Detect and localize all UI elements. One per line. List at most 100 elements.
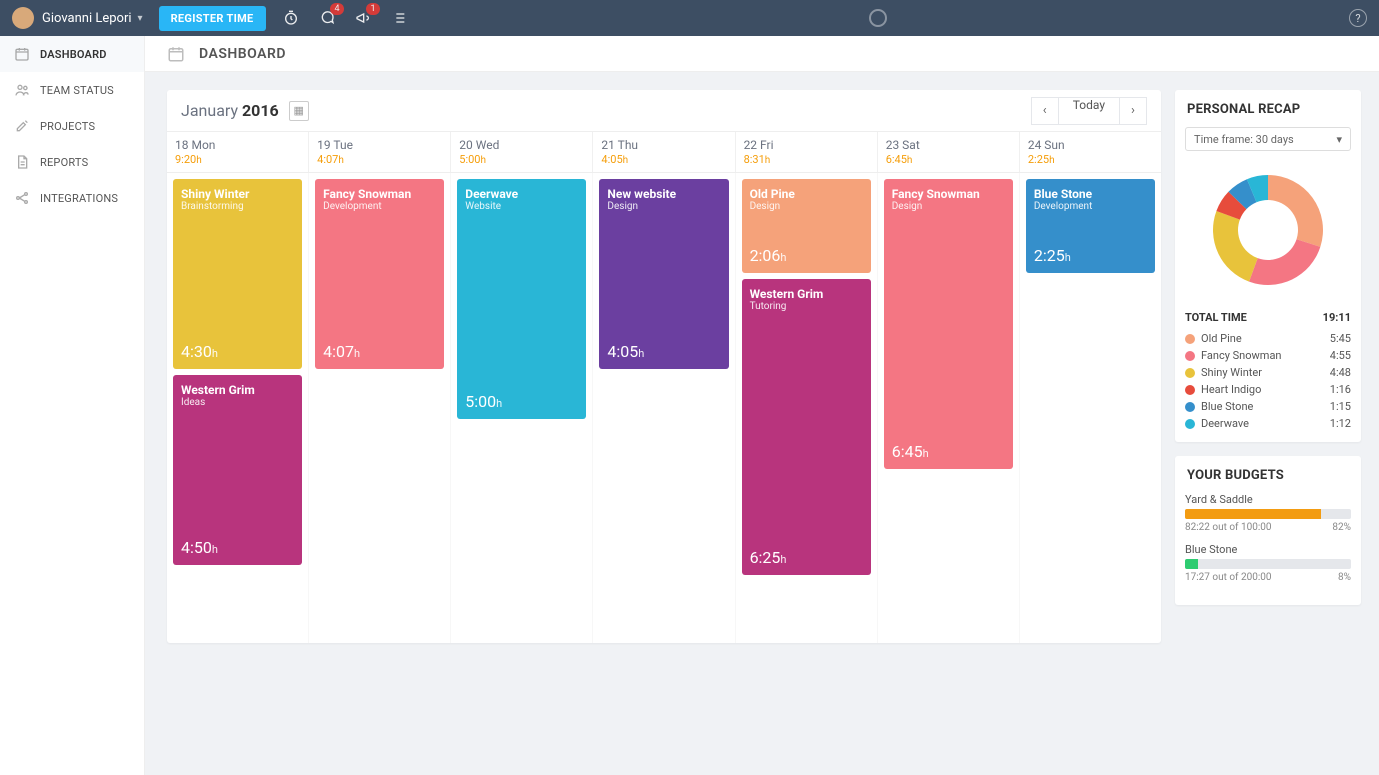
chevron-down-icon[interactable]: ▾ (138, 13, 143, 24)
time-block[interactable]: Old PineDesign2:06h (742, 179, 871, 273)
chat-icon[interactable]: 4 (318, 9, 336, 27)
day-column: Blue StoneDevelopment 2:25h (1020, 173, 1161, 643)
sidebar-item-integrations[interactable]: INTEGRATIONS (0, 180, 144, 216)
legend-row[interactable]: Blue Stone 1:15 (1185, 398, 1351, 415)
day-hours: 4:07h (317, 153, 442, 166)
legend-time: 1:15 (1330, 400, 1351, 413)
block-subtitle: Website (465, 201, 578, 212)
megaphone-icon[interactable]: 1 (354, 9, 372, 27)
block-hours: 2:25h (1034, 246, 1147, 265)
legend-row[interactable]: Deerwave1:12 (1185, 415, 1351, 432)
calendar-card: January 2016 ▦ ‹ Today › 18 Mon9:20h19 T… (167, 90, 1161, 643)
budget-text: 82:22 out of 100:00 (1185, 522, 1272, 533)
donut-slice (1268, 175, 1323, 247)
day-column: Shiny WinterBrainstorming4:30hWestern Gr… (167, 173, 309, 643)
sidebar-item-label: PROJECTS (40, 120, 95, 133)
block-hours: 6:25h (750, 548, 863, 567)
avatar[interactable] (12, 7, 34, 29)
day-hours: 5:00h (459, 153, 584, 166)
time-block[interactable]: Blue StoneDevelopment 2:25h (1026, 179, 1155, 273)
day-header: 21 Thu4:05h (593, 132, 735, 172)
day-hours: 4:05h (601, 153, 726, 166)
sidebar-item-projects[interactable]: PROJECTS (0, 108, 144, 144)
legend-time: 4:55 (1330, 349, 1351, 362)
sidebar-item-reports[interactable]: REPORTS (0, 144, 144, 180)
day-header: 19 Tue4:07h (309, 132, 451, 172)
block-title: New website (607, 187, 720, 201)
block-title: Western Grim (750, 287, 863, 301)
calendar-nav: ‹ Today › (1031, 97, 1147, 125)
block-title: Fancy Snowman (892, 187, 1005, 201)
today-button[interactable]: Today (1059, 97, 1119, 125)
sidebar-item-dashboard[interactable]: DASHBOARD (0, 36, 144, 72)
register-time-button[interactable]: REGISTER TIME (159, 6, 266, 31)
time-block[interactable]: Fancy SnowmanDesign6:45h (884, 179, 1013, 469)
budget-item[interactable]: Blue Stone17:27 out of 200:008% (1185, 543, 1351, 583)
legend-row[interactable]: Shiny Winter 4:48 (1185, 364, 1351, 381)
sidebar: DASHBOARDTEAM STATUS PROJECTS REPORTSINTEG… (0, 36, 145, 775)
legend-time: 5:45 (1330, 332, 1351, 345)
page-title: DASHBOARD (199, 46, 286, 62)
block-hours: 4:07h (323, 342, 436, 361)
legend-dot (1185, 334, 1195, 344)
legend-name: Old Pine (1201, 332, 1242, 345)
recap-title: PERSONAL RECAP (1175, 90, 1361, 127)
sidebar-item-team-status[interactable]: TEAM STATUS (0, 72, 144, 108)
block-subtitle: Tutoring (750, 301, 863, 312)
time-block[interactable]: Shiny WinterBrainstorming4:30h (173, 179, 302, 369)
day-hours: 6:45h (886, 153, 1011, 166)
legend-row[interactable]: Fancy Snowman4:55 (1185, 347, 1351, 364)
legend-dot (1185, 368, 1195, 378)
help-icon[interactable]: ? (1349, 9, 1367, 27)
day-label: 20 Wed (459, 138, 584, 152)
block-title: Deerwave (465, 187, 578, 201)
legend-dot (1185, 402, 1195, 412)
list-icon[interactable] (390, 9, 408, 27)
timeframe-label: Time frame: 30 days (1194, 133, 1294, 146)
timeframe-select[interactable]: Time frame: 30 days ▾ (1185, 127, 1351, 151)
day-column: DeerwaveWebsite5:00h (451, 173, 593, 643)
legend-time: 4:48 (1330, 366, 1351, 379)
timer-icon[interactable] (282, 9, 300, 27)
budget-pct: 82% (1332, 522, 1351, 533)
time-block[interactable]: Western GrimIdeas4:50h (173, 375, 302, 565)
user-name[interactable]: Giovanni Lepori (42, 11, 132, 26)
month-label: January 2016 (181, 101, 279, 120)
prev-week-button[interactable]: ‹ (1031, 97, 1059, 125)
recap-totals: TOTAL TIME 19:11 Old Pine5:45Fancy Snowm… (1175, 307, 1361, 442)
legend-row[interactable]: Old Pine 5:45 (1185, 330, 1351, 347)
time-block[interactable]: New websiteDesign4:05h (599, 179, 728, 369)
block-title: Blue Stone (1034, 187, 1147, 201)
time-block[interactable]: DeerwaveWebsite5:00h (457, 179, 586, 419)
day-label: 21 Thu (601, 138, 726, 152)
donut-slice (1249, 239, 1320, 285)
datepicker-icon[interactable]: ▦ (289, 101, 309, 121)
announce-badge: 1 (366, 3, 379, 15)
block-subtitle: Design (750, 201, 863, 212)
calendar-icon (167, 45, 185, 63)
day-column: Fancy SnowmanDevelopment4:07h (309, 173, 451, 643)
month-year: 2016 (242, 101, 279, 120)
chat-badge: 4 (330, 3, 343, 15)
right-panel: PERSONAL RECAP Time frame: 30 days ▾ TOT… (1175, 90, 1361, 605)
month-prefix: January (181, 101, 242, 120)
time-block[interactable]: Western GrimTutoring 6:25h (742, 279, 871, 575)
day-header: 22 Fri8:31h (736, 132, 878, 172)
day-header: 18 Mon9:20h (167, 132, 309, 172)
block-subtitle: Development (1034, 201, 1147, 212)
day-hours: 9:20h (175, 153, 300, 166)
day-header: 24 Sun2:25h (1020, 132, 1161, 172)
team-icon (14, 82, 30, 98)
next-week-button[interactable]: › (1119, 97, 1147, 125)
legend-row[interactable]: Heart Indigo1:16 (1185, 381, 1351, 398)
legend-name: Blue Stone (1201, 400, 1253, 413)
time-block[interactable]: Fancy SnowmanDevelopment4:07h (315, 179, 444, 369)
content: January 2016 ▦ ‹ Today › 18 Mon9:20h19 T… (145, 72, 1379, 661)
donut-chart (1175, 161, 1361, 307)
day-column: New websiteDesign4:05h (593, 173, 735, 643)
block-hours: 4:05h (607, 342, 720, 361)
budget-item[interactable]: Yard & Saddle82:22 out of 100:0082% (1185, 493, 1351, 533)
chevron-down-icon: ▾ (1336, 133, 1342, 146)
recap-card: PERSONAL RECAP Time frame: 30 days ▾ TOT… (1175, 90, 1361, 442)
legend-name: Shiny Winter (1201, 366, 1262, 379)
